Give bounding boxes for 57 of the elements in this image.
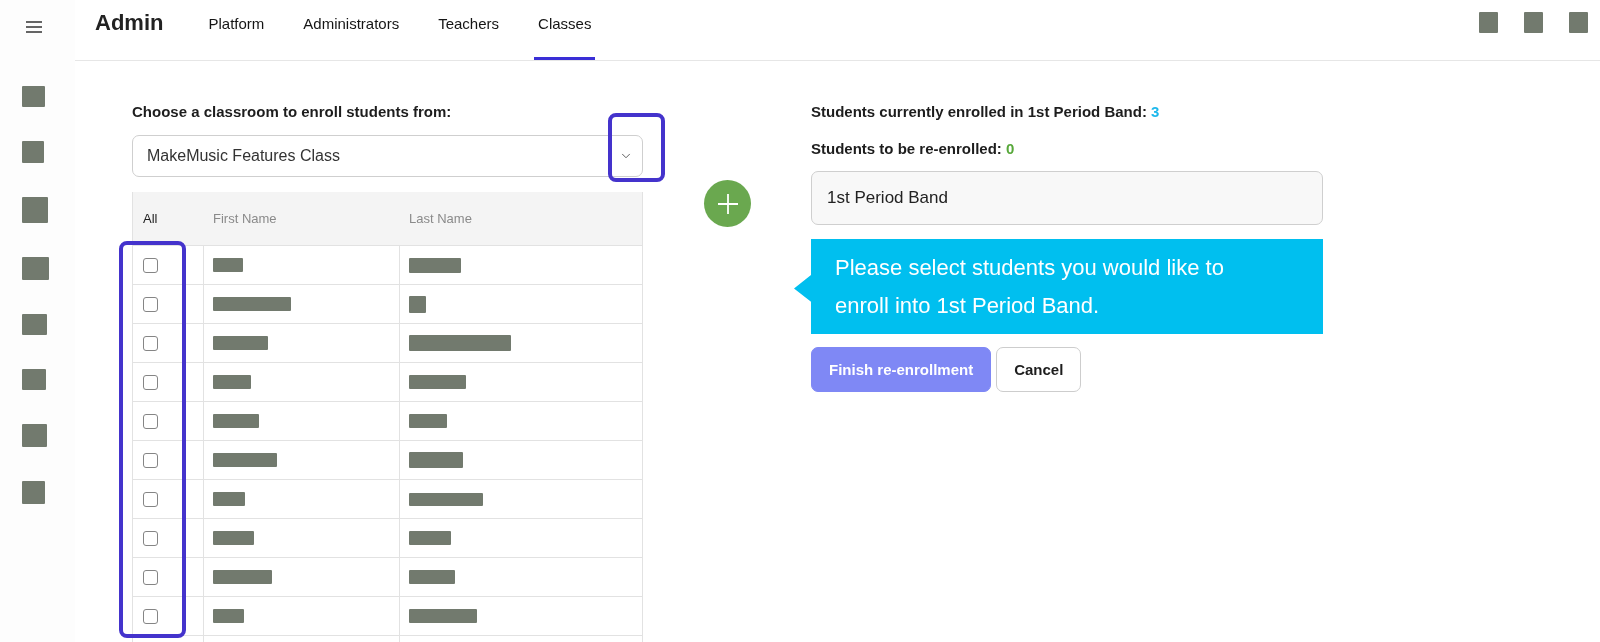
row-checkbox[interactable] [143, 608, 158, 624]
nav-tab[interactable]: Platform [204, 0, 269, 60]
row-checkbox[interactable] [143, 374, 158, 390]
redaction-block [213, 531, 254, 545]
redaction-block [409, 257, 461, 273]
select-all-link[interactable]: All [143, 210, 158, 227]
redaction-block [22, 197, 48, 223]
row-checkbox[interactable] [143, 530, 158, 546]
redaction-block [213, 609, 244, 623]
row-checkbox[interactable] [143, 257, 158, 273]
redaction-block [213, 414, 259, 428]
nav-tab[interactable]: Administrators [299, 0, 404, 60]
redaction-block [213, 375, 251, 389]
redaction-block [409, 375, 466, 389]
message-callout: Please select students you would like to enroll into 1st Period Band. [794, 239, 1323, 334]
redaction-block [409, 531, 451, 545]
redaction-block [1524, 12, 1543, 33]
field-label: Choose a classroom to enroll students from: [132, 102, 453, 122]
cancel-button[interactable]: Cancel [996, 347, 1082, 392]
redaction-block [409, 414, 447, 428]
nav-tab[interactable]: Teachers [434, 0, 504, 60]
menu-icon[interactable] [26, 20, 42, 33]
redaction-block [1569, 12, 1588, 33]
redaction-block [213, 336, 268, 350]
row-checkbox[interactable] [143, 452, 158, 468]
re-enroll-count-text: Students to be re-enrolled: 0 [811, 139, 1015, 159]
plus-icon [717, 193, 738, 214]
redaction-block [1479, 12, 1498, 33]
redaction-block [409, 570, 455, 584]
redaction-block [22, 257, 49, 280]
redaction-block [213, 570, 272, 584]
enrolled-count-text: Students currently enrolled in 1st Period Band: 3 [811, 102, 1160, 122]
redaction-block [213, 258, 243, 272]
redaction-block [409, 295, 426, 313]
class-name-field[interactable]: 1st Period Band [811, 171, 1323, 225]
add-button[interactable] [704, 180, 751, 227]
redaction-block [409, 452, 463, 468]
highlight-frame [608, 113, 665, 182]
column-header: First Name [213, 210, 277, 227]
row-checkbox[interactable] [143, 413, 158, 429]
redaction-block [409, 609, 477, 623]
redaction-block [213, 453, 277, 467]
app-title: Admin [95, 9, 164, 36]
redaction-block [213, 492, 245, 506]
row-checkbox[interactable] [143, 296, 158, 312]
redaction-block [22, 86, 45, 107]
row-checkbox[interactable] [143, 491, 158, 507]
redaction-block [22, 314, 47, 335]
classroom-select[interactable]: MakeMusic Features Class [132, 135, 643, 177]
redaction-block [22, 141, 44, 163]
column-header: Last Name [409, 210, 472, 227]
redaction-block [22, 481, 45, 504]
nav-tab[interactable]: Classes [534, 0, 596, 60]
redaction-block [22, 424, 47, 447]
redaction-block [22, 369, 46, 390]
row-checkbox[interactable] [143, 569, 158, 585]
row-checkbox[interactable] [143, 335, 158, 351]
